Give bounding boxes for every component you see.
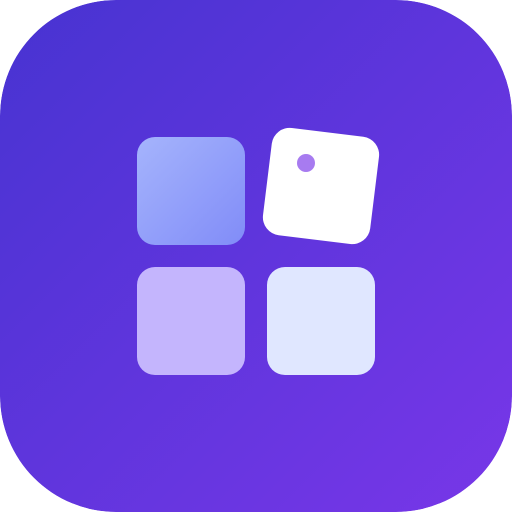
tile-dot <box>297 154 315 172</box>
tile-top-right-tilted <box>262 127 380 245</box>
app-grid-icon-graphic <box>0 0 512 512</box>
screen <box>0 0 512 512</box>
app-grid-icon[interactable] <box>0 0 512 512</box>
tile-top-left <box>137 137 245 245</box>
tile-bottom-left <box>137 267 245 375</box>
tile-bottom-right <box>267 267 375 375</box>
icon-background <box>0 0 512 512</box>
